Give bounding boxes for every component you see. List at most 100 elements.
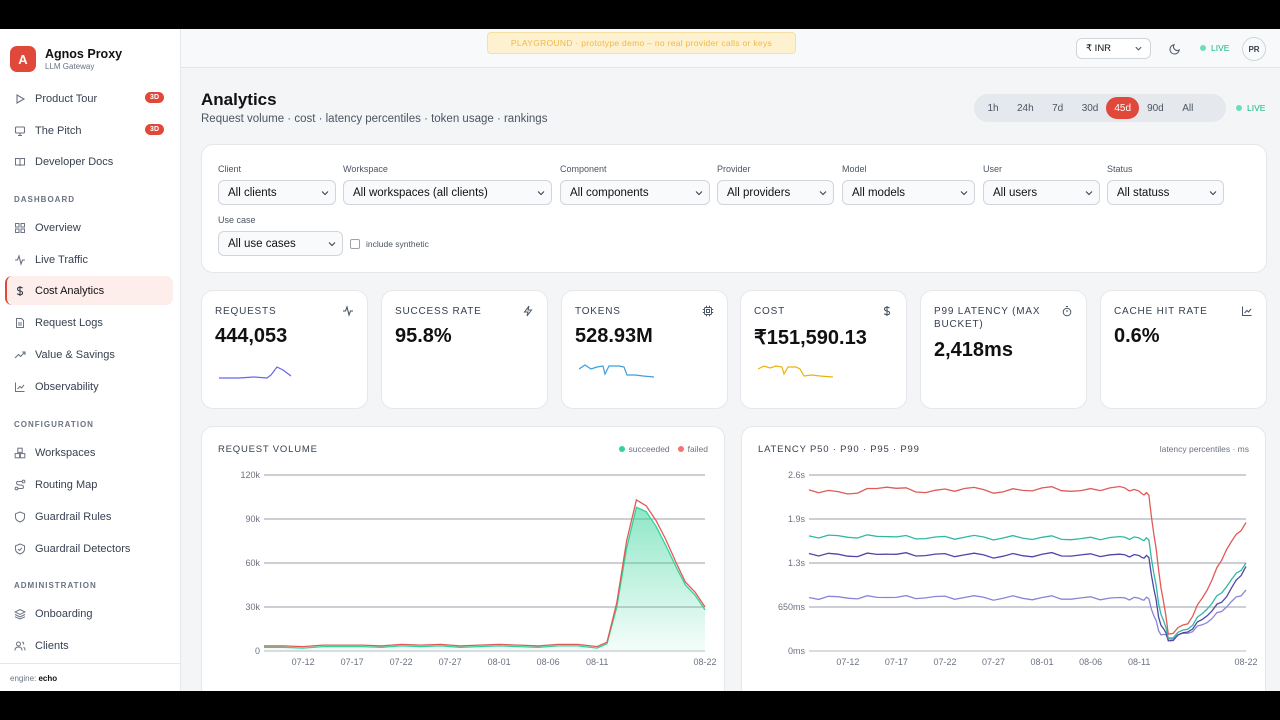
filter-client-value: All clients <box>228 186 277 199</box>
range-90d[interactable]: 90d <box>1139 97 1172 119</box>
range-1h[interactable]: 1h <box>977 97 1009 119</box>
moon-icon[interactable] <box>1169 42 1182 55</box>
kpi-label: COST <box>754 306 785 317</box>
filter-provider-select[interactable]: All providers <box>717 180 834 205</box>
chevron-down-icon <box>960 191 968 196</box>
x-tick-label: 08-22 <box>693 657 716 667</box>
section-dashboard: DASHBOARD <box>14 195 75 204</box>
sidebar-item-routing-map[interactable]: Routing Map <box>5 470 173 499</box>
kpi-value: 444,053 <box>215 325 288 347</box>
include-synthetic-checkbox[interactable] <box>350 239 360 249</box>
kpi-label: REQUESTS <box>215 306 277 317</box>
users-icon <box>14 641 26 651</box>
filter-component-select[interactable]: All components <box>560 180 710 205</box>
chevron-down-icon <box>695 191 703 196</box>
sidebar-item-request-logs[interactable]: Request Logs <box>5 308 173 337</box>
series-area-succeeded <box>264 507 705 651</box>
kpi-label: SUCCESS RATE <box>395 306 482 317</box>
sidebar-item-label: Value & Savings <box>35 348 115 361</box>
trend-up-icon <box>14 350 26 358</box>
x-tick-label: 08-01 <box>488 657 511 667</box>
filter-use-case-select[interactable]: All use cases <box>218 231 343 256</box>
brand-logo: A <box>10 46 36 72</box>
sidebar-item-workspaces[interactable]: Workspaces <box>5 438 173 467</box>
filter-client-select[interactable]: All clients <box>218 180 336 205</box>
sidebar-item-developer-docs[interactable]: Developer Docs <box>5 147 173 176</box>
sidebar-item-label: Workspaces <box>35 446 96 459</box>
topbar: PLAYGROUND · prototype demo – no real pr… <box>181 29 1280 68</box>
badge-3d: 3D <box>145 124 164 135</box>
brand-name: Agnos Proxy <box>45 47 123 61</box>
sidebar-item-live-traffic[interactable]: Live Traffic <box>5 245 173 274</box>
kpi-value: ₹151,590.13 <box>754 327 867 349</box>
avatar[interactable]: PR <box>1242 37 1266 61</box>
filter-user-select[interactable]: All users <box>983 180 1100 205</box>
engine-value: echo <box>38 674 58 683</box>
sidebar-item-observability[interactable]: Observability <box>5 372 173 401</box>
page-subtitle: Request volume · cost · latency percenti… <box>201 113 548 125</box>
sidebar-item-guardrail-rules[interactable]: Guardrail Rules <box>5 502 173 531</box>
filter-workspace-label: Workspace <box>343 164 388 174</box>
monitor-icon <box>14 125 26 136</box>
range-45d[interactable]: 45d <box>1106 97 1140 119</box>
x-tick-label: 07-27 <box>439 657 462 667</box>
chevron-down-icon <box>1135 46 1142 51</box>
kpi-p99-latency: P99 LATENCY (MAX BUCKET) 2,418ms <box>920 290 1087 409</box>
live-label: LIVE <box>1211 43 1230 53</box>
filter-component-label: Component <box>560 164 607 174</box>
filter-status-select[interactable]: All statuss <box>1107 180 1224 205</box>
sidebar-item-overview[interactable]: Overview <box>5 213 173 242</box>
range-all[interactable]: All <box>1172 97 1204 119</box>
chevron-down-icon <box>328 242 336 247</box>
bar-chart-icon <box>1242 306 1252 316</box>
sidebar-item-label: Developer Docs <box>35 155 114 168</box>
sidebar-item-value-savings[interactable]: Value & Savings <box>5 340 173 369</box>
filter-use-case-value: All use cases <box>228 237 296 250</box>
kpi-requests: REQUESTS 444,053 <box>201 290 368 409</box>
currency-select[interactable]: ₹ INR <box>1076 38 1151 59</box>
tokens-sparkline <box>579 364 655 378</box>
range-30d[interactable]: 30d <box>1074 97 1107 119</box>
brand[interactable]: A Agnos Proxy LLM Gateway <box>10 46 122 72</box>
filter-client-label: Client <box>218 164 242 174</box>
sidebar-item-onboarding[interactable]: Onboarding <box>5 599 173 628</box>
x-tick-label: 08-06 <box>1079 657 1102 667</box>
x-tick-label: 08-01 <box>1031 657 1054 667</box>
latency-card: LATENCY P50 · P90 · P95 · P99 latency pe… <box>741 426 1266 691</box>
cpu-icon <box>702 305 714 317</box>
sidebar-item-cost-analytics[interactable]: Cost Analytics <box>5 276 173 305</box>
sidebar-item-clients[interactable]: Clients <box>5 631 173 660</box>
kpi-value: 95.8% <box>395 325 452 347</box>
kpi-label: TOKENS <box>575 306 621 317</box>
filter-user-value: All users <box>993 186 1038 199</box>
range-24h[interactable]: 24h <box>1009 97 1042 119</box>
grid-icon <box>15 222 25 233</box>
include-synthetic-toggle[interactable]: include synthetic <box>350 239 429 249</box>
section-administration: ADMINISTRATION <box>14 581 97 590</box>
sidebar-item-label: Live Traffic <box>35 253 88 266</box>
sidebar-item-guardrail-detectors[interactable]: Guardrail Detectors <box>5 534 173 563</box>
filter-status-label: Status <box>1107 164 1133 174</box>
range-7d[interactable]: 7d <box>1042 97 1074 119</box>
filter-workspace-select[interactable]: All workspaces (all clients) <box>343 180 552 205</box>
sidebar-item-product-tour[interactable]: Product Tour 3D <box>5 84 173 113</box>
y-tick-label: 2.6s <box>788 470 806 480</box>
filter-model-value: All models <box>852 186 906 199</box>
filter-status-value: All statuss <box>1117 186 1170 199</box>
x-tick-label: 07-22 <box>933 657 956 667</box>
app-screen: A Agnos Proxy LLM Gateway Product Tour 3… <box>0 29 1280 691</box>
dollar-icon <box>16 285 24 296</box>
sidebar-item-the-pitch[interactable]: The Pitch 3D <box>5 116 173 145</box>
play-icon <box>16 93 26 104</box>
file-icon <box>16 317 24 328</box>
include-synthetic-label: include synthetic <box>366 239 429 249</box>
currency-value: ₹ INR <box>1086 43 1112 54</box>
timer-icon <box>1062 306 1072 317</box>
filter-workspace-value: All workspaces (all clients) <box>353 186 488 199</box>
filter-model-select[interactable]: All models <box>842 180 975 205</box>
letterbox-bottom <box>0 691 1280 720</box>
live-label: LIVE <box>1247 103 1266 113</box>
section-configuration: CONFIGURATION <box>14 420 94 429</box>
x-tick-label: 07-12 <box>836 657 859 667</box>
line-chart-icon <box>15 382 25 392</box>
